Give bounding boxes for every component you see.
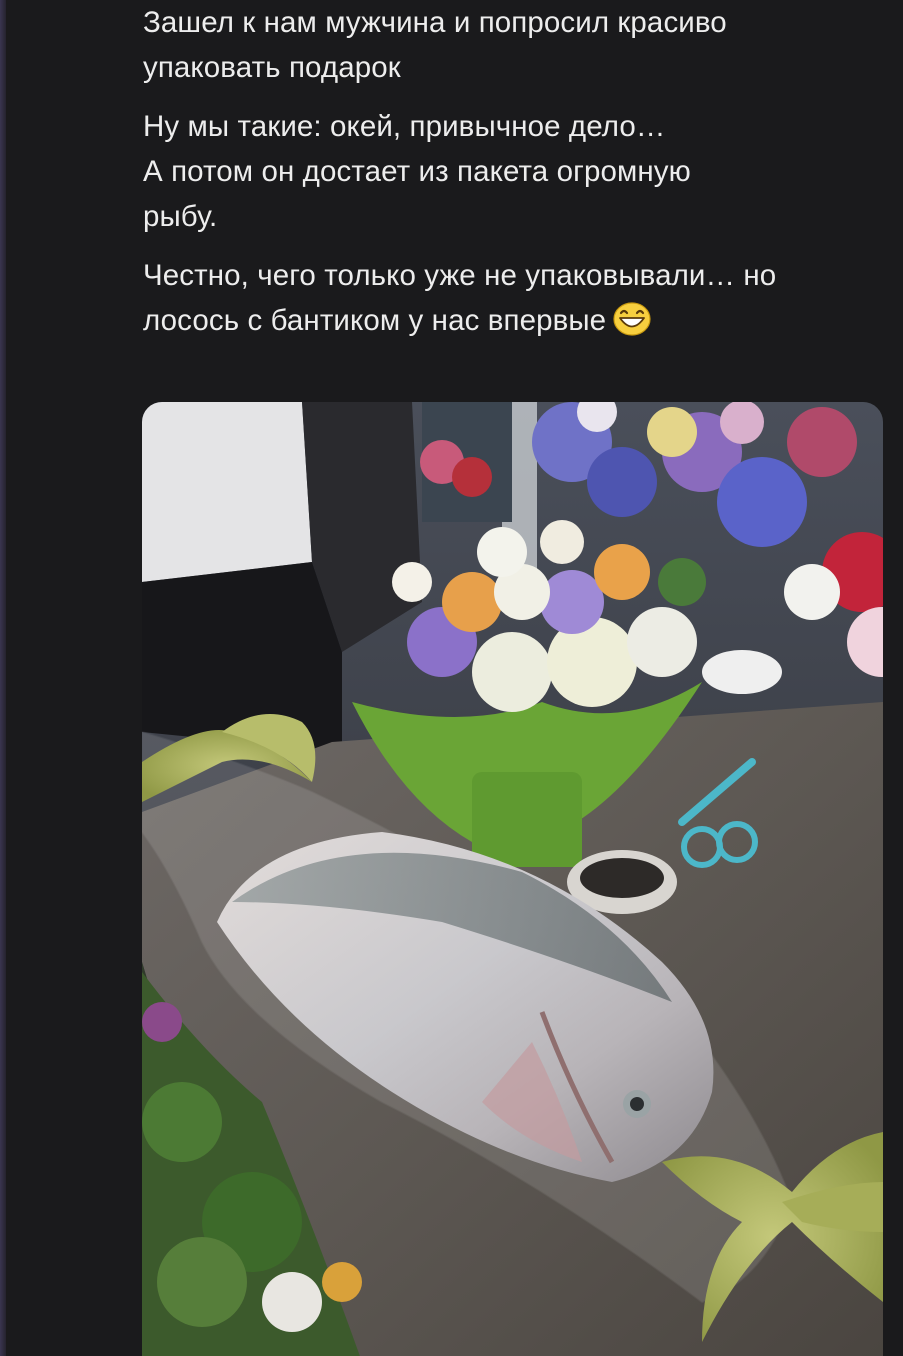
chat-message: Зашел к нам мужчина и попросил красиво у… [143,0,888,343]
message-line: рыбу. [143,200,218,233]
photo-scene [142,402,883,1356]
message-line: лосось с бантиком у нас впервые [143,304,607,337]
message-paragraph-1: Зашел к нам мужчина и попросил красиво у… [143,0,888,90]
message-line: упаковать подарок [143,51,401,84]
message-line: Ну мы такие: окей, привычное дело… [143,110,666,143]
left-edge-bar [0,0,6,1356]
message-text: Зашел к нам мужчина и попросил красиво у… [143,0,888,343]
message-paragraph-3: Честно, чего только уже не упаковывали… … [143,253,888,343]
message-line: Зашел к нам мужчина и попросил красиво [143,6,727,39]
message-line-last: лосось с бантиком у нас впервые [143,298,888,343]
message-line: А потом он достает из пакета огромную [143,155,691,188]
message-paragraph-2: Ну мы такие: окей, привычное дело… А пот… [143,104,888,239]
photo-image[interactable] [142,402,883,1356]
grinning-face-emoji-icon [613,302,651,336]
message-line: Честно, чего только уже не упаковывали… … [143,259,777,292]
chat-screen: Зашел к нам мужчина и попросил красиво у… [0,0,903,1356]
